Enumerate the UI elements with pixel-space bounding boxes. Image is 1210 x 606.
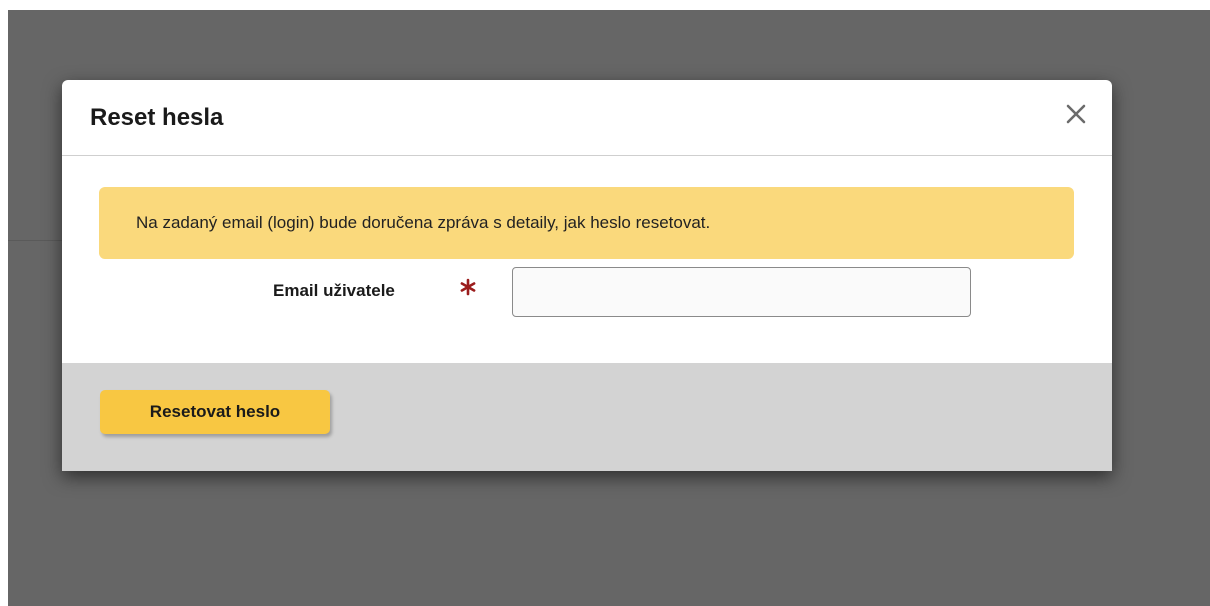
dialog-title: Reset hesla [90, 104, 224, 131]
email-input[interactable] [512, 267, 971, 317]
dialog-header: Reset hesla [62, 80, 1112, 156]
required-indicator [458, 277, 478, 297]
close-icon [1066, 104, 1086, 124]
reset-password-dialog: Reset hesla Na zadaný email (login) bude… [62, 80, 1112, 471]
asterisk-icon [460, 278, 476, 296]
reset-password-button[interactable]: Resetovat heslo [100, 390, 330, 434]
backdrop-divider [8, 240, 68, 241]
info-alert: Na zadaný email (login) bude doručena zp… [99, 187, 1074, 259]
dialog-footer: Resetovat heslo [62, 363, 1112, 471]
email-label: Email uživatele [273, 281, 395, 300]
alert-message: Na zadaný email (login) bude doručena zp… [136, 213, 711, 232]
close-button[interactable] [1060, 98, 1092, 130]
